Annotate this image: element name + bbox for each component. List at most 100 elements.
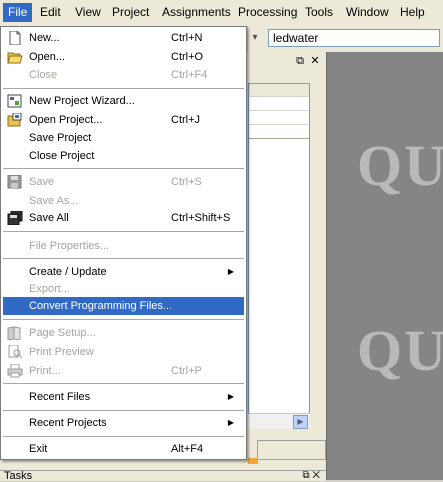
menu-separator (3, 88, 244, 89)
menu-item-label: Export... (29, 283, 70, 295)
menu-item-open[interactable]: Open... Ctrl+O (3, 48, 244, 66)
menu-item-label: Save (29, 176, 55, 188)
save-icon (7, 175, 22, 189)
menu-item-label: Open... (29, 51, 66, 63)
panel-titlebar: ⧉ ✕ (248, 54, 326, 70)
toolbar: ▾ ledwater (248, 26, 443, 53)
menu-separator (3, 319, 244, 320)
menu-item-recent-projects[interactable]: Recent Projects ▶ (3, 414, 244, 432)
file-menu-dropdown: New... Ctrl+N Open... Ctrl+O Close Ctrl+… (0, 26, 247, 460)
menu-item-print: Print... Ctrl+P (3, 362, 244, 380)
wizard-icon (7, 94, 22, 108)
menu-project[interactable]: Project (107, 3, 154, 22)
menu-item-export: Export... (3, 280, 244, 298)
menu-edit[interactable]: Edit (35, 3, 66, 22)
quartus-watermark: QU (357, 133, 443, 198)
tree-header (249, 84, 309, 97)
menu-item-shortcut: Ctrl+J (171, 114, 201, 126)
print-preview-icon (8, 345, 23, 359)
tasks-label: Tasks (4, 470, 33, 482)
menu-separator (3, 258, 244, 259)
hierarchy-tree[interactable] (248, 83, 310, 428)
menu-item-save-project[interactable]: Save Project (3, 129, 244, 147)
menu-item-recent-files[interactable]: Recent Files ▶ (3, 388, 244, 406)
menu-item-page-setup: Page Setup... (3, 324, 244, 342)
menu-item-label: New Project Wizard... (29, 95, 135, 107)
menu-item-shortcut: Ctrl+P (171, 365, 202, 377)
menu-item-save-as: Save As... (3, 192, 244, 210)
menu-item-label: Save All (29, 212, 69, 224)
menu-bar: File Edit View Project Assignments Proce… (0, 0, 443, 27)
status-strip (257, 440, 326, 460)
progress-bar (248, 458, 258, 464)
save-all-icon (7, 211, 23, 225)
restore-icon[interactable]: ⧉ (302, 470, 309, 481)
tree-row[interactable] (249, 126, 309, 139)
menu-item-label: Page Setup... (29, 327, 96, 339)
menu-item-new[interactable]: New... Ctrl+N (3, 29, 244, 47)
menu-processing[interactable]: Processing (233, 3, 302, 22)
menu-item-shortcut: Ctrl+O (171, 51, 204, 63)
menu-item-convert-programming-files[interactable]: Convert Programming Files... (3, 297, 244, 315)
page-setup-icon (7, 326, 21, 340)
menu-separator (3, 436, 244, 437)
menu-item-exit[interactable]: Exit Alt+F4 (3, 440, 244, 458)
entity-input[interactable]: ledwater (268, 29, 440, 47)
menu-item-label: Print... (29, 365, 61, 377)
menu-item-close: Close Ctrl+F4 (3, 66, 244, 84)
menu-item-shortcut: Alt+F4 (171, 443, 204, 455)
menu-separator (3, 231, 244, 232)
menu-item-label: Open Project... (29, 114, 103, 126)
quartus-watermark: QU (357, 318, 443, 383)
new-file-icon (9, 31, 21, 45)
menu-separator (3, 168, 244, 169)
menu-item-label: Save As... (29, 195, 79, 207)
menu-item-label: Convert Programming Files... (29, 300, 173, 312)
menu-item-label: Recent Files (29, 391, 91, 403)
menu-item-label: Recent Projects (29, 417, 107, 429)
submenu-arrow-icon: ▶ (227, 418, 234, 427)
menu-file[interactable]: File (3, 3, 33, 22)
menu-item-save: Save Ctrl+S (3, 173, 244, 191)
menu-item-label: New... (29, 32, 60, 44)
menu-item-new-project-wizard[interactable]: New Project Wizard... (3, 92, 244, 110)
menu-item-open-project[interactable]: Open Project... Ctrl+J (3, 111, 244, 129)
menu-assignments[interactable]: Assignments (157, 3, 236, 22)
menu-item-print-preview: Print Preview (3, 343, 244, 361)
menu-item-label: File Properties... (29, 240, 110, 252)
menu-separator (3, 410, 244, 411)
menu-item-label: Exit (29, 443, 48, 455)
menu-help[interactable]: Help (395, 3, 430, 22)
combo-arrow-icon[interactable]: ▾ (248, 29, 262, 47)
menu-item-label: Close (29, 69, 58, 81)
menu-item-label: Print Preview (29, 346, 94, 358)
menu-tools[interactable]: Tools (300, 3, 338, 22)
menu-item-shortcut: Ctrl+N (171, 32, 203, 44)
tree-row[interactable] (249, 98, 309, 111)
workspace-area: QU QU (326, 52, 443, 480)
menu-view[interactable]: View (70, 3, 106, 22)
menu-item-create-update[interactable]: Create / Update ▶ (3, 263, 244, 281)
menu-item-shortcut: Ctrl+S (171, 176, 202, 188)
tasks-panel-header: Tasks ⧉ ✕ (0, 470, 326, 482)
horizontal-scrollbar[interactable]: ▶ (248, 413, 310, 429)
menu-item-label: Save Project (29, 132, 92, 144)
close-icon[interactable]: ✕ (309, 55, 321, 68)
menu-window[interactable]: Window (341, 3, 394, 22)
scroll-right-icon[interactable]: ▶ (293, 415, 308, 429)
menu-item-file-properties: File Properties... (3, 237, 244, 255)
menu-item-shortcut: Ctrl+F4 (171, 69, 208, 81)
menu-item-save-all[interactable]: Save All Ctrl+Shift+S (3, 209, 244, 227)
submenu-arrow-icon: ▶ (227, 392, 234, 401)
close-icon[interactable]: ✕ (312, 470, 320, 481)
tree-row[interactable] (249, 112, 309, 125)
restore-icon[interactable]: ⧉ (294, 55, 306, 68)
menu-item-close-project[interactable]: Close Project (3, 147, 244, 165)
menu-separator (3, 383, 244, 384)
menu-item-label: Create / Update (29, 266, 107, 278)
menu-item-shortcut: Ctrl+Shift+S (171, 212, 231, 224)
submenu-arrow-icon: ▶ (227, 267, 234, 276)
open-project-icon (7, 113, 22, 127)
print-icon (7, 364, 23, 378)
open-folder-icon (7, 52, 23, 64)
